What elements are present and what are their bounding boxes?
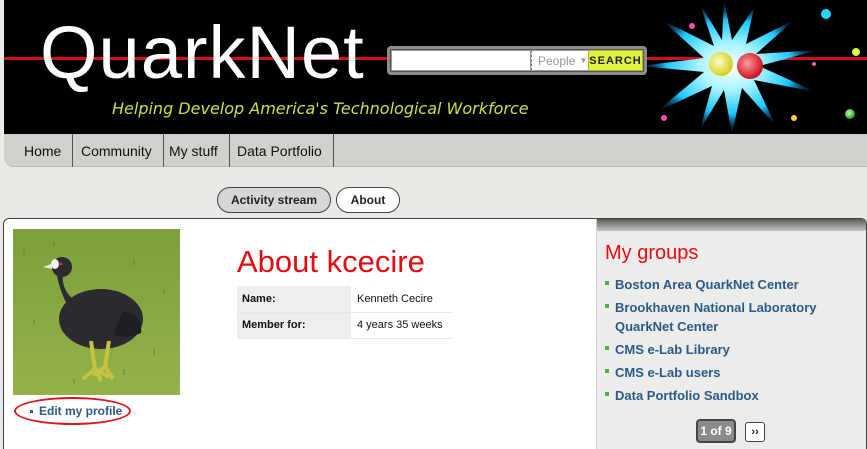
search-box: People ▼ SEARCH [387,46,647,75]
chevron-down-icon: ▼ [579,56,588,65]
quarknet-logo[interactable]: QuarkNet [40,16,365,90]
list-item[interactable]: Boston Area QuarkNet Center [605,275,855,294]
page-title: About kcecire [237,244,425,279]
search-input[interactable] [391,50,531,71]
pager-current-page: 1 of 9 [696,419,736,443]
coot-bird-image [13,229,180,395]
table-row: Name: Kenneth Cecire [237,286,452,313]
nav-item-community[interactable]: Community [70,134,164,167]
bullet-icon [605,369,609,373]
field-label: Name: [237,286,351,313]
site-header: QuarkNet Helping Develop America's Techn… [4,0,867,134]
pager-next-button[interactable]: ›› [745,422,765,442]
field-value: Kenneth Cecire [351,286,452,313]
bullet-icon [605,346,609,350]
nav-item-data-portfolio[interactable]: Data Portfolio [226,134,334,167]
edit-profile-label: Edit my profile [39,404,123,418]
groups-title: My groups [605,242,699,264]
list-item[interactable]: Data Portfolio Sandbox [605,386,855,405]
group-link[interactable]: Brookhaven National Laboratory QuarkNet … [615,298,855,336]
sidebar-topbar [597,219,866,231]
tab-activity-stream[interactable]: Activity stream [217,187,331,213]
bullet-icon [30,409,33,413]
bullet-icon [605,392,609,396]
group-link[interactable]: CMS e-Lab users [615,363,720,382]
group-link[interactable]: Data Portfolio Sandbox [615,386,759,405]
bullet-icon [605,304,609,308]
table-row: Member for: 4 years 35 weeks [237,312,452,339]
search-button[interactable]: SEARCH [588,50,643,71]
field-label: Member for: [237,312,351,339]
main-panel: Edit my profile About kcecire Name: Kenn… [3,218,867,449]
list-item[interactable]: CMS e-Lab Library [605,340,855,359]
field-value: 4 years 35 weeks [351,312,452,339]
list-item[interactable]: Brookhaven National Laboratory QuarkNet … [605,298,855,336]
nav-item-home[interactable]: Home [13,134,74,167]
profile-fields-table: Name: Kenneth Cecire Member for: 4 years… [237,286,452,339]
group-link[interactable]: CMS e-Lab Library [615,340,730,359]
main-nav: Home Community My stuff Data Portfolio [4,134,867,167]
nav-item-my-stuff[interactable]: My stuff [158,134,230,167]
group-link[interactable]: Boston Area QuarkNet Center [615,275,799,294]
tab-about[interactable]: About [336,187,400,213]
avatar[interactable] [13,229,180,395]
groups-sidebar: My groups Boston Area QuarkNet Center Br… [596,219,866,449]
list-item[interactable]: CMS e-Lab users [605,363,855,382]
edit-profile-link[interactable]: Edit my profile [14,397,131,425]
groups-list: Boston Area QuarkNet Center Brookhaven N… [605,275,855,409]
search-type-select[interactable]: People ▼ [531,50,589,71]
bullet-icon [605,281,609,285]
site-tagline: Helping Develop America's Technological … [112,99,529,118]
search-type-label: People [538,53,576,68]
